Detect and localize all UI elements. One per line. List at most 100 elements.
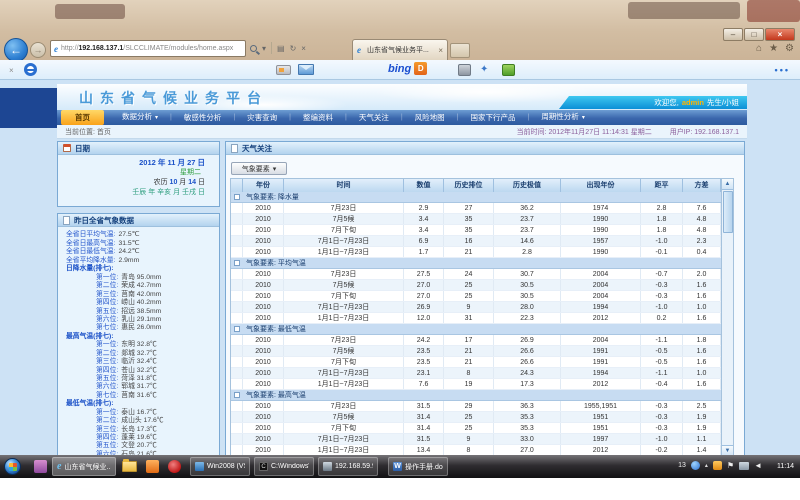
- search-icon[interactable]: [250, 45, 257, 52]
- settings-gear-icon[interactable]: ⚙: [785, 43, 794, 54]
- taskbar-ie-button[interactable]: e 山东省气候业...: [52, 457, 116, 476]
- table-scrollbar[interactable]: ▲ ▼: [721, 179, 733, 455]
- nav-item-4[interactable]: 整编资料: [291, 111, 345, 124]
- table-row[interactable]: 20107月5候31.42535.31951-0.31.9: [231, 412, 733, 423]
- blocked-addon-icon[interactable]: [24, 63, 37, 76]
- group-row[interactable]: 气象要素: 最高气温: [231, 390, 733, 401]
- group-row[interactable]: 气象要素: 最低气温: [231, 324, 733, 335]
- sparkle-icon[interactable]: ✦: [480, 64, 493, 76]
- tab-close-icon[interactable]: ×: [438, 46, 443, 55]
- refresh-icon[interactable]: ↻: [290, 44, 297, 53]
- media-app-icon[interactable]: [146, 460, 159, 473]
- scrollbar-thumb[interactable]: [723, 191, 733, 233]
- player-app-icon[interactable]: [168, 460, 181, 473]
- row-cell: 2010: [243, 335, 284, 345]
- compatibility-icon[interactable]: ▤: [277, 44, 285, 53]
- row-cell: 27.0: [494, 445, 561, 455]
- nav-item-8[interactable]: 周期性分析▾: [529, 110, 597, 125]
- table-row[interactable]: 20107月下旬27.02530.52004-0.31.6: [231, 291, 733, 302]
- back-button[interactable]: ←: [4, 38, 28, 62]
- table-row[interactable]: 20101月1日~7月23日13.4827.02012-0.21.4: [231, 445, 733, 455]
- taskbar-clock[interactable]: 11:14: [777, 463, 794, 470]
- row-cell: 1957: [561, 236, 641, 246]
- table-row[interactable]: 20107月1日~7月23日26.9928.01994-1.01.0: [231, 302, 733, 313]
- more-options-icon[interactable]: •••: [775, 65, 790, 75]
- tray-security-icon[interactable]: [713, 461, 722, 470]
- table-row[interactable]: 20101月1日~7月23日1.7212.81990-0.10.4: [231, 247, 733, 258]
- rank-line: 第一位:东明 32.8℃: [66, 341, 215, 349]
- table-row[interactable]: 20107月下旬23.52126.61991-0.51.6: [231, 357, 733, 368]
- share-icon[interactable]: [502, 64, 515, 76]
- network-icon[interactable]: [739, 462, 749, 470]
- bing-logo[interactable]: bing: [388, 63, 411, 75]
- nav-item-7[interactable]: 国家下行产品: [458, 111, 527, 124]
- row-cell: [231, 434, 243, 444]
- table-row[interactable]: 20101月1日~7月23日7.61917.32012-0.41.6: [231, 379, 733, 390]
- row-cell: 2010: [243, 379, 284, 389]
- volume-icon[interactable]: ◄: [754, 461, 762, 470]
- table-row[interactable]: 20107月1日~7月23日31.5933.01997-1.01.1: [231, 434, 733, 445]
- row-cell: 1990: [561, 225, 641, 235]
- table-row[interactable]: 20107月1日~7月23日23.1824.31994-1.11.0: [231, 368, 733, 379]
- camera-icon[interactable]: [458, 64, 471, 76]
- rank-label: 第三位:: [96, 358, 118, 365]
- row-cell: 2010: [243, 368, 284, 378]
- action-center-flag-icon[interactable]: ⚑: [727, 461, 734, 470]
- table-row[interactable]: 20107月下旬3.43523.719901.84.8: [231, 225, 733, 236]
- toolbar-close-icon[interactable]: ×: [9, 66, 14, 75]
- element-dropdown-button[interactable]: 气象要素 ▾: [231, 162, 287, 175]
- table-row[interactable]: 20107月5候27.02530.52004-0.31.6: [231, 280, 733, 291]
- table-row[interactable]: 20107月23日2.92736.219742.87.6: [231, 203, 733, 214]
- scroll-down-icon[interactable]: ▼: [722, 445, 733, 455]
- taskbar-window-button[interactable]: 192.168.59.99...: [318, 457, 378, 476]
- forward-button[interactable]: →: [30, 42, 46, 58]
- quick-launch-icon[interactable]: [34, 460, 47, 473]
- table-row[interactable]: 20107月5候23.52126.61991-0.51.6: [231, 346, 733, 357]
- nav-item-6[interactable]: 风险地图: [403, 111, 457, 124]
- explorer-icon[interactable]: [122, 461, 137, 472]
- row-cell: -0.3: [641, 280, 683, 290]
- taskbar-window-button[interactable]: Win2008 (VS2...: [190, 457, 250, 476]
- nav-item-0[interactable]: 首页: [61, 110, 104, 125]
- rank-value: 长岛 17.3℃: [121, 426, 157, 433]
- summary-value: 27.5℃: [118, 231, 139, 238]
- tray-expand-icon[interactable]: ▴: [705, 462, 708, 469]
- scroll-up-icon[interactable]: ▲: [722, 179, 733, 190]
- nav-item-2[interactable]: 敏感性分析: [172, 111, 234, 124]
- search-caret-icon[interactable]: ▾: [262, 44, 266, 53]
- table-row[interactable]: 20107月1日~7月23日6.91614.61957-1.02.3: [231, 236, 733, 247]
- mail-icon[interactable]: [298, 64, 314, 75]
- weather-panel-header: 昨日全省气象数据: [58, 214, 219, 227]
- home-icon[interactable]: ⌂: [756, 43, 762, 54]
- table-row[interactable]: 20101月1日~7月23日12.03122.320120.21.6: [231, 313, 733, 324]
- row-cell: 1.6: [683, 280, 721, 290]
- table-row[interactable]: 20107月23日27.52430.72004-0.72.0: [231, 269, 733, 280]
- taskbar-window-button[interactable]: CC:\Windows\s...: [254, 457, 314, 476]
- table-row[interactable]: 20107月23日24.21726.92004-1.11.8: [231, 335, 733, 346]
- stop-icon[interactable]: ×: [301, 44, 306, 53]
- bing-badge-icon[interactable]: D: [414, 62, 427, 75]
- table-row[interactable]: 20107月5候3.43523.719901.84.8: [231, 214, 733, 225]
- row-cell: 7.6: [683, 203, 721, 213]
- row-cell: 2010: [243, 225, 284, 235]
- row-cell: [231, 225, 243, 235]
- nav-item-3[interactable]: 灾害查询: [235, 111, 289, 124]
- table-row[interactable]: 20107月23日31.52936.31955,1951-0.32.5: [231, 401, 733, 412]
- taskbar-window-button[interactable]: W操作手册.docx ...: [388, 457, 448, 476]
- group-row[interactable]: 气象要素: 平均气温: [231, 258, 733, 269]
- nav-item-1[interactable]: 数据分析▾: [110, 110, 170, 125]
- row-cell: 25: [444, 280, 494, 290]
- start-button[interactable]: [4, 458, 21, 475]
- tray-app-icon[interactable]: [691, 461, 700, 470]
- group-row[interactable]: 气象要素: 降水量: [231, 192, 733, 203]
- row-cell: 7月23日: [284, 335, 404, 345]
- browser-tab[interactable]: e 山东省气候业务平... ×: [352, 39, 448, 60]
- url-input[interactable]: e http://192.168.137.1/SLCCLIMATE/module…: [50, 40, 246, 57]
- nav-item-5[interactable]: 天气关注: [347, 111, 401, 124]
- tray-ime-indicator[interactable]: 13: [678, 462, 686, 469]
- row-cell: [231, 368, 243, 378]
- table-row[interactable]: 20107月下旬31.42535.31951-0.31.9: [231, 423, 733, 434]
- new-tab-button[interactable]: [450, 43, 470, 58]
- card-reader-icon[interactable]: [276, 65, 291, 75]
- favorites-star-icon[interactable]: ★: [769, 43, 778, 54]
